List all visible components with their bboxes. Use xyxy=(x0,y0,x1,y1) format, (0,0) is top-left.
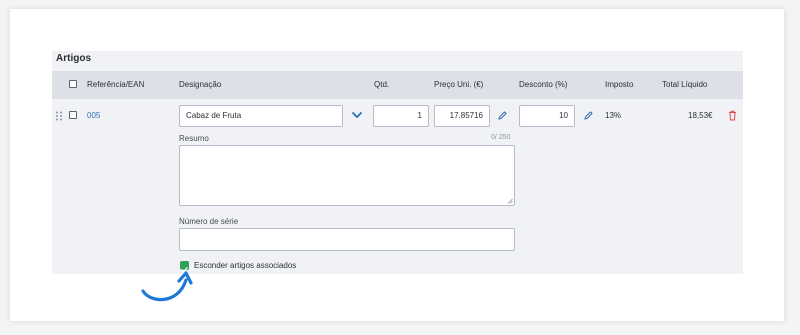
qty-input[interactable]: 1 xyxy=(373,105,429,127)
pencil-icon[interactable] xyxy=(497,110,508,121)
tax-value: 13% xyxy=(605,111,622,120)
serial-input[interactable] xyxy=(179,228,515,251)
discount-input[interactable]: 10 xyxy=(519,105,575,127)
curved-arrow-icon xyxy=(141,271,193,302)
row-checkbox[interactable] xyxy=(69,111,77,119)
total-value: 18,53€ xyxy=(688,111,713,120)
pencil-icon[interactable] xyxy=(583,110,594,121)
summary-label: Resumo xyxy=(179,134,209,143)
table-header xyxy=(52,71,743,99)
select-all-checkbox[interactable] xyxy=(69,80,77,88)
summary-textarea[interactable] xyxy=(179,145,515,206)
header-designation: Designação xyxy=(179,80,222,89)
drag-handle-icon[interactable] xyxy=(55,111,63,121)
header-unit-price: Preço Uni. (€) xyxy=(434,80,484,89)
section-title: Artigos xyxy=(56,53,91,64)
hide-associated-label: Esconder artigos associados xyxy=(194,261,297,270)
chevron-down-icon[interactable] xyxy=(351,110,363,120)
serial-label: Número de série xyxy=(179,217,239,226)
row-ref-link[interactable]: 005 xyxy=(87,111,100,120)
unit-price-input[interactable]: 17.85716 xyxy=(434,105,490,127)
summary-counter: 0/ 250 xyxy=(491,134,511,141)
header-qty: Qtd. xyxy=(374,80,390,89)
resize-handle-icon[interactable] xyxy=(507,198,513,204)
trash-icon[interactable] xyxy=(728,110,737,121)
designation-input[interactable]: Cabaz de Fruta xyxy=(179,105,343,127)
header-ref: Referência/EAN xyxy=(87,80,145,89)
header-total: Total Líquido xyxy=(662,80,708,89)
header-discount: Desconto (%) xyxy=(519,80,568,89)
header-tax: Imposto xyxy=(605,80,634,89)
